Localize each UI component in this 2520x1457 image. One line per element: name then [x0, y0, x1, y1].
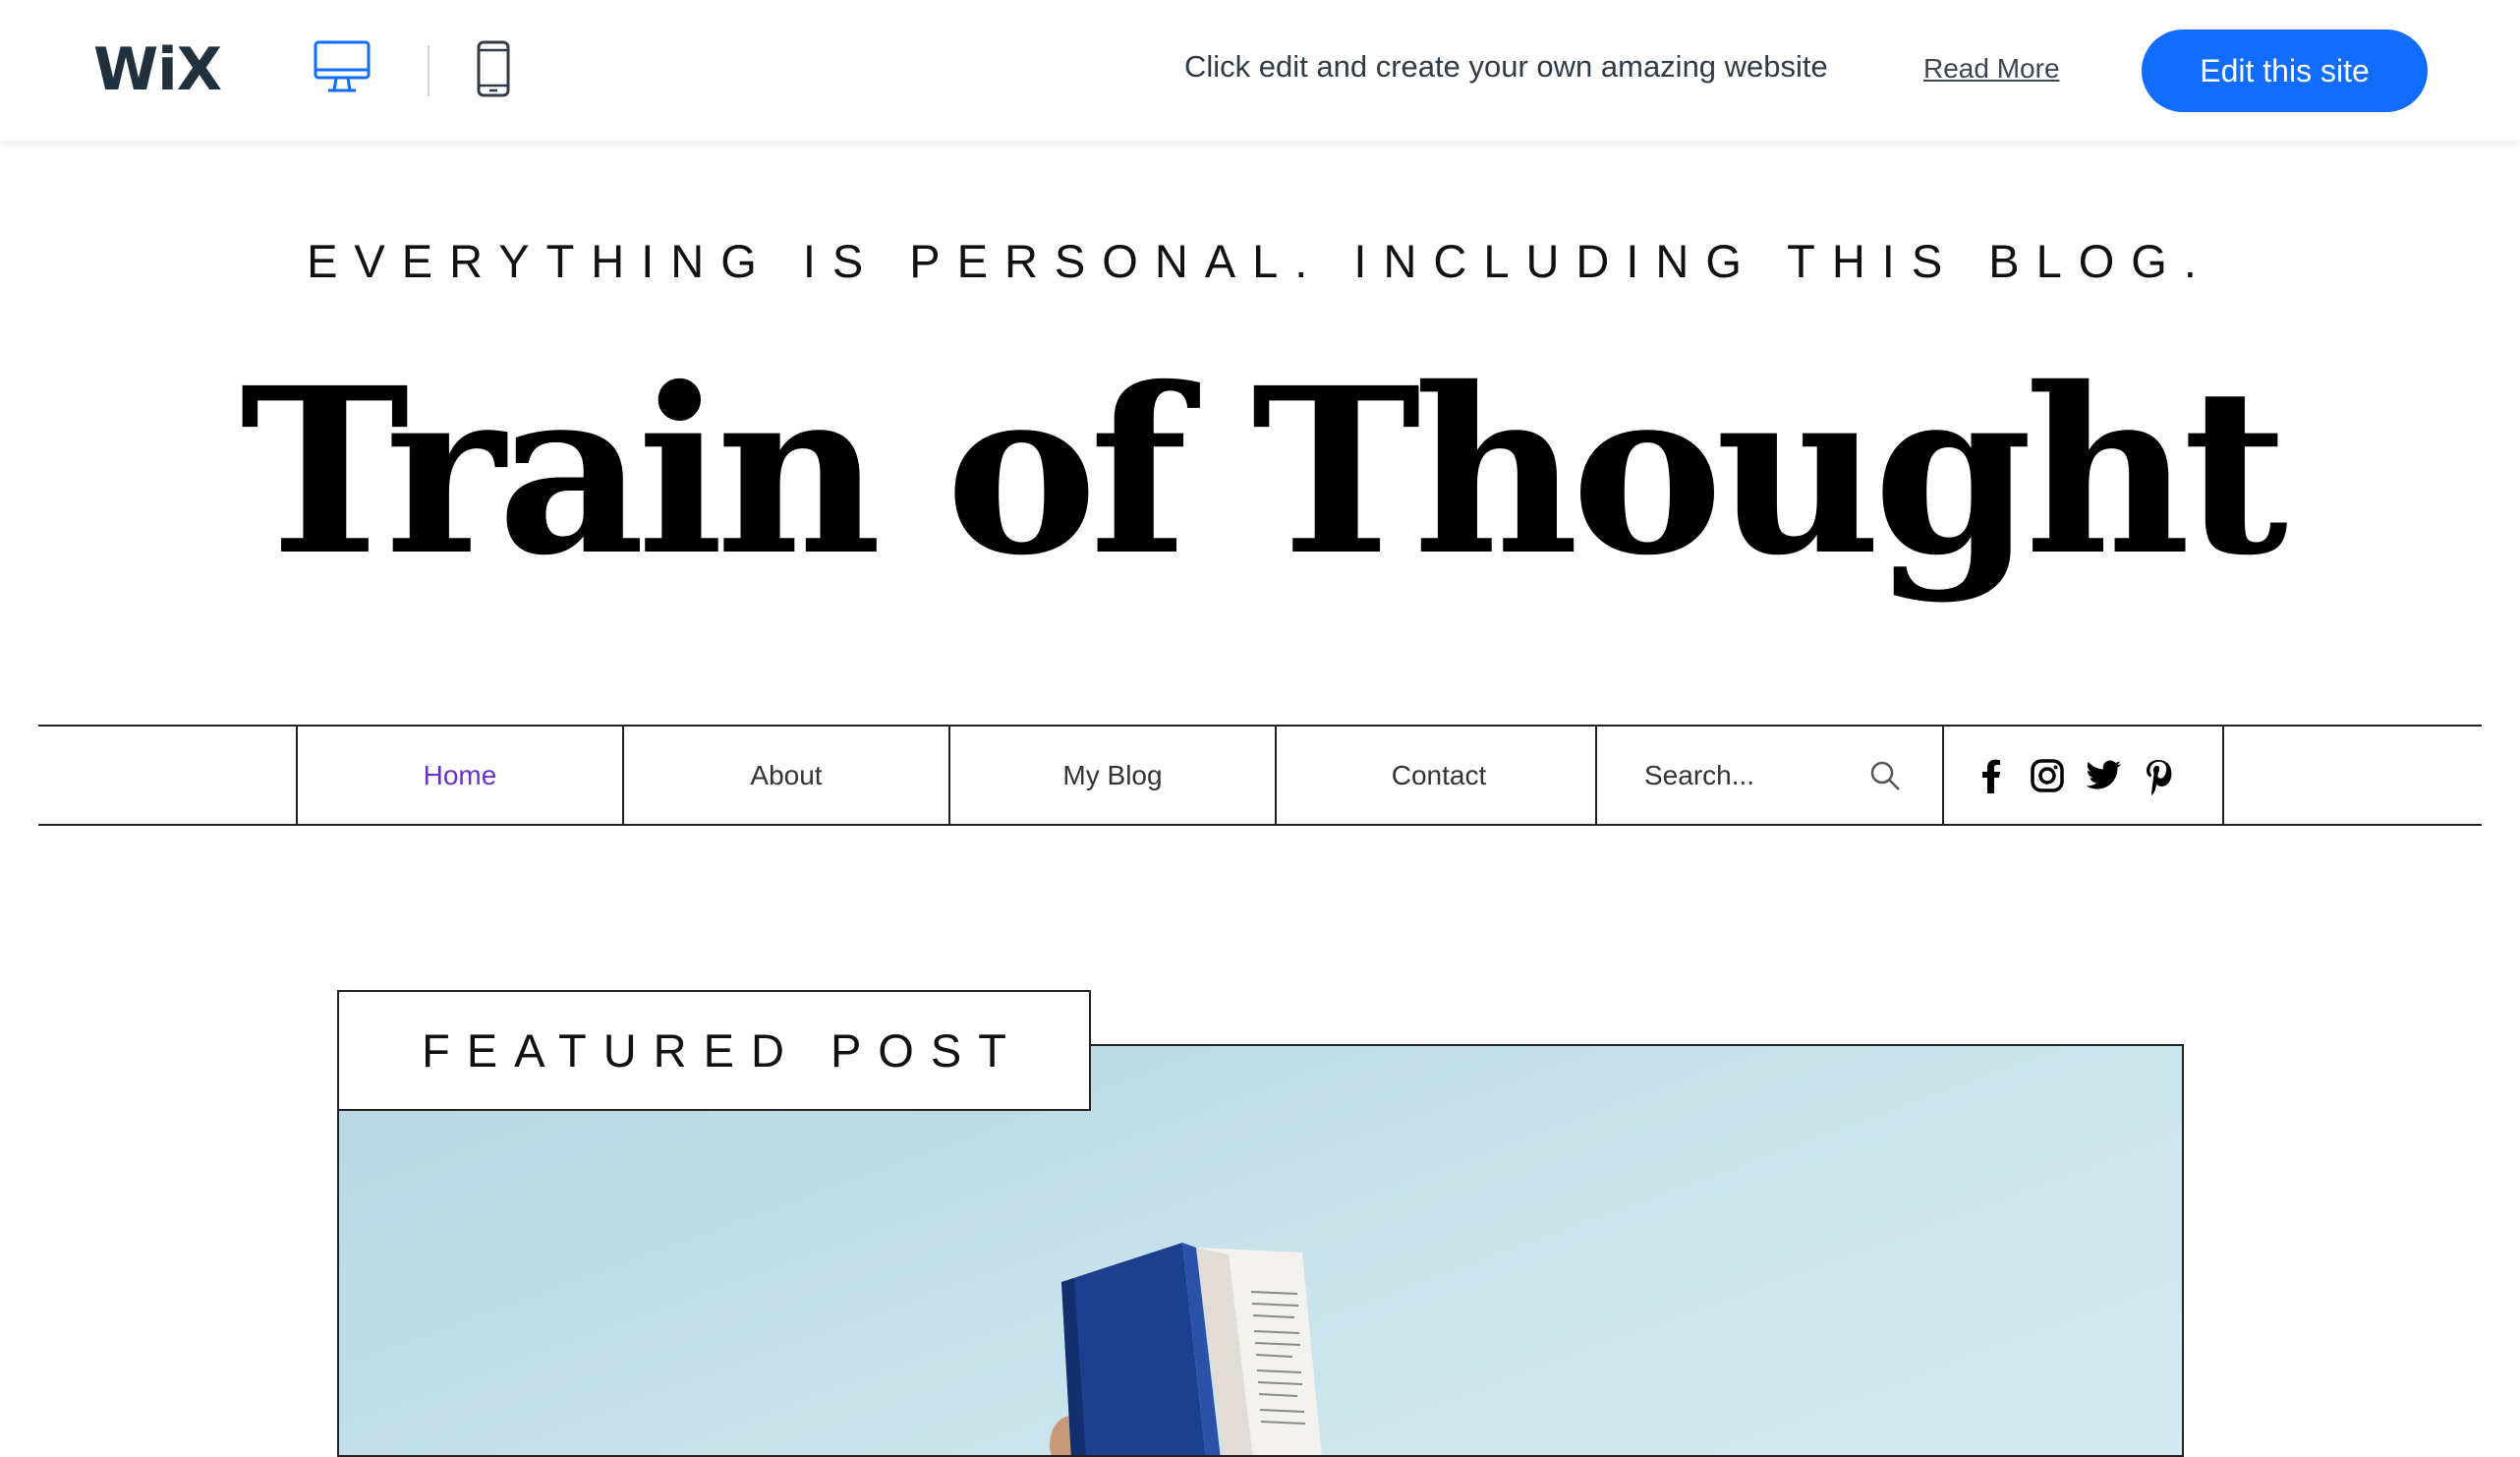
search-input[interactable] — [1642, 758, 1882, 792]
site-tagline: EVERYTHING IS PERSONAL. INCLUDING THIS B… — [307, 235, 2213, 287]
edit-site-button[interactable]: Edit this site — [2142, 29, 2428, 112]
promo-text: Click edit and create your own amazing w… — [1184, 49, 1828, 84]
nav-divider — [1595, 727, 1597, 824]
desktop-view-icon[interactable] — [313, 39, 372, 99]
facebook-icon[interactable] — [1975, 758, 2010, 798]
instagram-icon[interactable] — [2030, 758, 2065, 798]
twitter-icon[interactable] — [2086, 758, 2123, 798]
pinterest-icon[interactable] — [2144, 758, 2173, 800]
main-nav: Home About My Blog Contact — [38, 725, 2482, 826]
search-box — [1603, 727, 1949, 824]
read-more-link[interactable]: Read More — [1923, 53, 2060, 85]
device-separator — [428, 45, 430, 96]
nav-divider — [2222, 727, 2224, 824]
featured-post-label: FEATURED POST — [422, 1024, 1023, 1077]
site-title[interactable]: Train of Thought — [0, 324, 2520, 619]
nav-divider — [1942, 727, 1944, 824]
nav-item-my-blog[interactable]: My Blog — [950, 727, 1275, 824]
mobile-view-icon[interactable] — [476, 39, 511, 103]
nav-item-about[interactable]: About — [624, 727, 948, 824]
featured-post-label-box: FEATURED POST — [337, 990, 1091, 1111]
search-icon[interactable] — [1868, 759, 1902, 797]
nav-item-contact[interactable]: Contact — [1277, 727, 1601, 824]
wix-logo[interactable]: WiX — [93, 33, 222, 106]
nav-item-home[interactable]: Home — [298, 727, 622, 824]
wix-top-bar: WiX Click edit and create your own amazi… — [0, 0, 2520, 141]
